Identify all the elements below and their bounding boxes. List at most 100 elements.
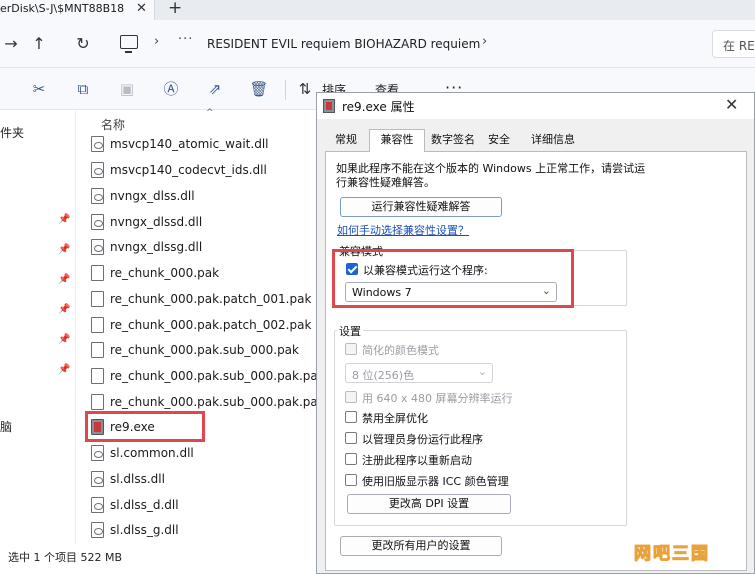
compatibility-panel: 如果此程序不能在这个版本的 Windows 上正常工作，请尝试运行兼容性疑难解答…	[325, 151, 747, 571]
resolution-640-label: 用 640 x 480 屏幕分辨率运行	[362, 392, 513, 405]
pin-icon: 📌	[58, 244, 71, 255]
file-row[interactable]: re_chunk_000.pak.patch_001.pak	[86, 288, 316, 312]
tab-close-icon[interactable]: ✕	[136, 1, 147, 16]
sort-icon[interactable]: ⇅	[294, 78, 316, 100]
high-dpi-button[interactable]: 更改高 DPI 设置	[347, 494, 511, 514]
color-depth-select[interactable]: 8 位(256)色 ⌄	[345, 363, 493, 383]
file-row[interactable]: sl.dlss.dll	[86, 468, 316, 492]
copy-icon[interactable]: ⧉	[72, 78, 94, 100]
file-name: sl.dlss_g.dll	[110, 523, 179, 537]
explorer-tab[interactable]: erDisk\S-J\$MNT88B18 ✕	[0, 0, 155, 20]
run-as-admin-checkbox[interactable]	[345, 432, 357, 444]
file-name: nvngx_dlssd.dll	[110, 215, 203, 229]
file-name: nvngx_dlss.dll	[110, 189, 195, 203]
dll-file-icon	[91, 136, 104, 152]
file-row[interactable]: sl.common.dll	[86, 442, 316, 466]
color-depth-value: 8 位(256)色	[352, 369, 415, 382]
dll-file-icon	[91, 214, 104, 230]
reduced-color-checkbox[interactable]	[345, 343, 357, 355]
register-restart-label: 注册此程序以重新启动	[362, 454, 472, 467]
dll-file-icon	[91, 162, 104, 178]
share-icon[interactable]: ⇗	[204, 78, 226, 100]
dialog-close-icon[interactable]: ✕	[725, 95, 738, 114]
rename-icon[interactable]: Ⓐ	[160, 78, 182, 100]
search-input[interactable]: 在 RE	[712, 30, 755, 58]
pin-icon: 📌	[58, 274, 71, 285]
file-name: re_chunk_000.pak.patch_002.pak	[110, 318, 312, 332]
file-icon	[91, 342, 104, 358]
file-name: msvcp140_codecvt_ids.dll	[110, 163, 267, 177]
tab-details[interactable]: 详细信息	[525, 131, 581, 151]
file-name: nvngx_dlssg.dll	[110, 240, 203, 254]
tab-digital-signature[interactable]: 数字签名	[427, 131, 479, 151]
tab-general[interactable]: 常规	[327, 131, 365, 151]
file-list: ^ 名称 msvcp140_atomic_wait.dll msvcp140_c…	[76, 108, 316, 544]
explorer-tab-bar: erDisk\S-J\$MNT88B18 ✕ +	[0, 0, 755, 20]
paste-icon[interactable]: ▣	[116, 78, 138, 100]
file-row[interactable]: msvcp140_atomic_wait.dll	[86, 133, 316, 157]
watermark-logo: 网吧三国	[634, 537, 754, 565]
settings-title: 设置	[337, 323, 363, 339]
file-row[interactable]: nvngx_dlssg.dll	[86, 236, 316, 260]
column-header-name[interactable]: 名称	[101, 116, 125, 133]
run-troubleshooter-button[interactable]: 运行兼容性疑难解答	[340, 197, 502, 217]
file-row[interactable]: sl.dlss_d.dll	[86, 494, 316, 518]
chevron-right-icon[interactable]: ›	[482, 34, 487, 49]
delete-icon[interactable]: 🗑	[248, 78, 270, 100]
compatibility-description: 如果此程序不能在这个版本的 Windows 上正常工作，请尝试运行兼容性疑难解答…	[336, 162, 646, 189]
file-row[interactable]: re_chunk_000.pak.sub_000.pak.patch_	[86, 365, 316, 389]
pin-icon: 📌	[58, 304, 71, 315]
manual-settings-link[interactable]: 如何手动选择兼容性设置？	[337, 222, 469, 238]
tab-compatibility[interactable]: 兼容性	[369, 129, 425, 152]
file-row[interactable]: re_chunk_000.pak.sub_000.pak	[86, 339, 316, 363]
file-icon	[91, 265, 104, 281]
dll-file-icon	[91, 497, 104, 513]
file-name: re_chunk_000.pak.sub_000.pak	[110, 343, 299, 357]
dll-file-icon	[91, 445, 104, 461]
dll-file-icon	[91, 188, 104, 204]
pin-icon: 📌	[58, 214, 71, 225]
toolbar-divider	[285, 80, 286, 100]
all-users-button[interactable]: 更改所有用户的设置	[340, 536, 502, 556]
resolution-640-checkbox[interactable]	[345, 391, 357, 403]
breadcrumb-more[interactable]: ···	[178, 32, 193, 47]
status-bar: 选中 1 个项目 522 MB	[0, 544, 316, 574]
file-name: re_chunk_000.pak	[110, 266, 220, 280]
app-icon	[323, 99, 335, 113]
file-row[interactable]: re_chunk_000.pak.patch_002.pak	[86, 314, 316, 338]
chevron-right-icon[interactable]: ›	[154, 34, 159, 49]
pin-icon: 📌	[58, 334, 71, 345]
settings-group: 设置 简化的颜色模式 8 位(256)色 ⌄ 用 640 x 480 屏幕分辨率…	[334, 323, 627, 526]
computer-icon[interactable]	[120, 35, 138, 53]
file-row[interactable]: msvcp140_codecvt_ids.dll	[86, 159, 316, 183]
file-row[interactable]: sl.dlss_g.dll	[86, 519, 316, 543]
sort-caret-icon: ^	[206, 108, 214, 118]
highlight-box-compat-mode	[332, 249, 574, 308]
breadcrumb-folder[interactable]: RESIDENT EVIL requiem BIOHAZARD requiem	[207, 37, 480, 51]
legacy-icc-checkbox[interactable]	[345, 474, 357, 486]
file-row[interactable]: nvngx_dlss.dll	[86, 185, 316, 209]
file-row[interactable]: nvngx_dlssd.dll	[86, 211, 316, 235]
watermark-text: 网吧三国	[634, 544, 710, 565]
new-tab-icon[interactable]: +	[168, 0, 182, 18]
nav-item-folder[interactable]: 件夹	[0, 124, 24, 141]
register-restart-checkbox[interactable]	[345, 453, 357, 465]
highlight-box-exe	[85, 411, 205, 442]
up-arrow-icon[interactable]: ↑	[28, 33, 50, 55]
disable-fullscreen-checkbox[interactable]	[345, 411, 357, 423]
back-arrow-icon[interactable]: →	[0, 33, 22, 55]
refresh-icon[interactable]: ↻	[72, 33, 94, 55]
cut-icon[interactable]: ✂	[28, 78, 50, 100]
tab-security[interactable]: 安全	[483, 131, 515, 151]
dll-file-icon	[91, 239, 104, 255]
file-name: msvcp140_atomic_wait.dll	[110, 137, 269, 151]
file-icon	[91, 368, 104, 384]
file-name: sl.common.dll	[110, 446, 194, 460]
disable-fullscreen-label: 禁用全屏优化	[362, 412, 428, 425]
file-row[interactable]: re_chunk_000.pak	[86, 262, 316, 286]
dll-file-icon	[91, 522, 104, 538]
file-name: sl.dlss.dll	[110, 472, 165, 486]
file-icon	[91, 291, 104, 307]
dialog-title-bar[interactable]: re9.exe 属性 ✕	[317, 93, 754, 119]
nav-item-computer[interactable]: 脑	[0, 418, 12, 435]
